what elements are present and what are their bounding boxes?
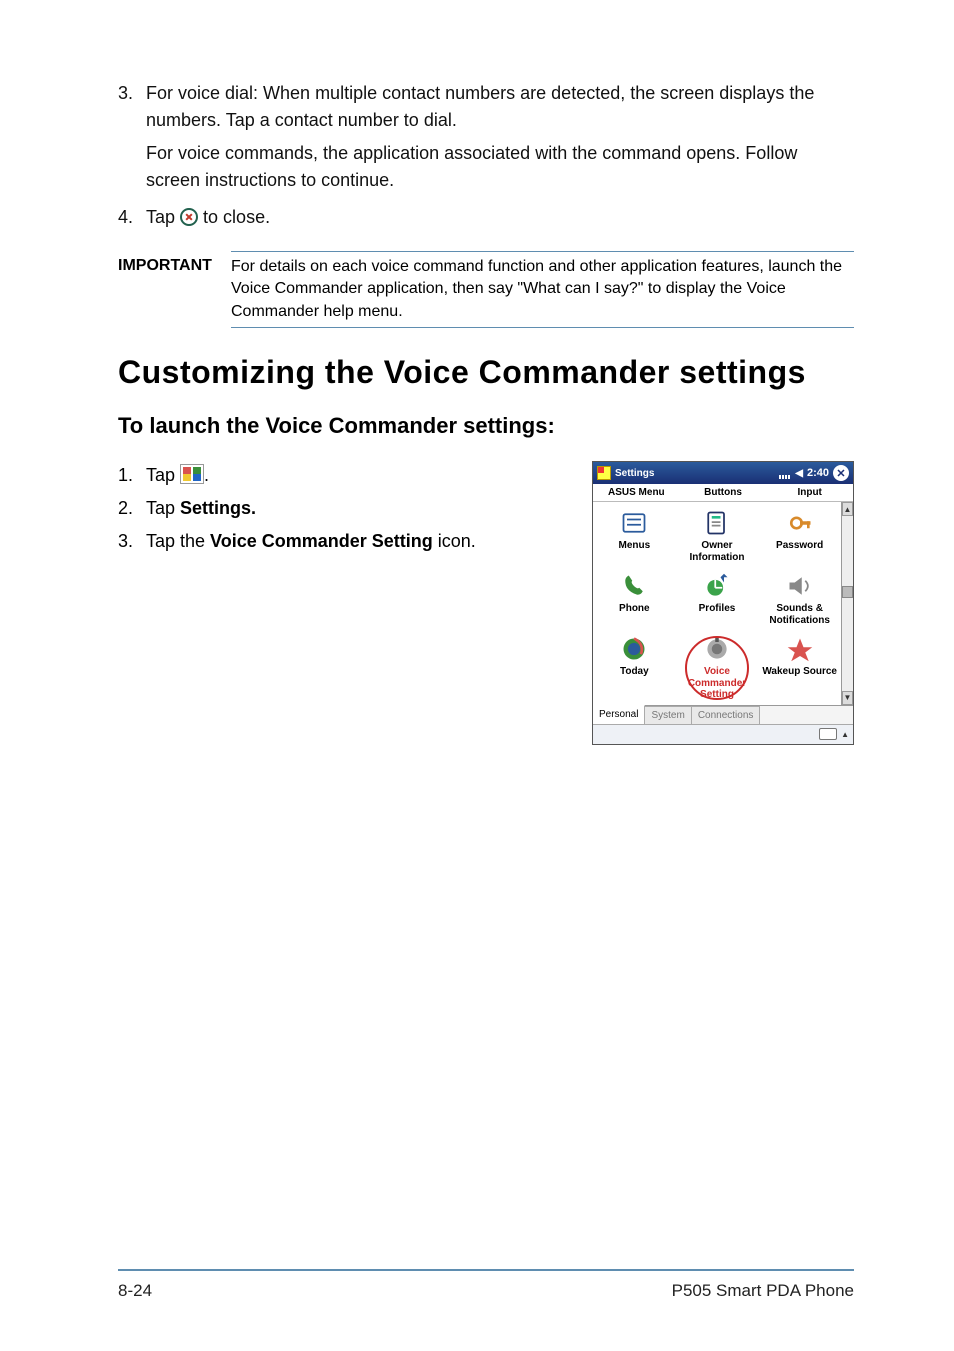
phone-icon	[619, 571, 649, 601]
setting-menus[interactable]: Menus	[593, 504, 676, 565]
tab-personal[interactable]: Personal	[593, 705, 645, 724]
important-text: For details on each voice command functi…	[231, 251, 854, 328]
input-selector-icon[interactable]: ▲	[841, 730, 849, 739]
input-panel-bar: ▲	[593, 724, 853, 744]
header-row: ASUS Menu Buttons Input	[593, 484, 853, 502]
wakeup-icon	[785, 634, 815, 664]
voice-commander-icon	[702, 634, 732, 664]
tab-system[interactable]: System	[645, 706, 691, 724]
page-footer: 8-24 P505 Smart PDA Phone	[118, 1269, 854, 1301]
setting-sounds-notifications[interactable]: Sounds & Notifications	[758, 567, 841, 628]
close-icon[interactable]: ✕	[833, 465, 849, 481]
setting-owner-information[interactable]: Owner Information	[676, 504, 759, 565]
steps-list: 1. Tap . 2. Tap Settings. 3. Tap the Voi	[118, 461, 572, 555]
clock[interactable]: 2:40	[807, 467, 829, 479]
owner-info-icon	[702, 508, 732, 538]
window-title: Settings	[615, 468, 654, 479]
profiles-icon	[702, 571, 732, 601]
important-note: IMPORTANT For details on each voice comm…	[118, 251, 854, 328]
step-number: 2.	[118, 494, 146, 523]
scrollbar[interactable]: ▲ ▼	[841, 502, 853, 705]
scroll-up-icon[interactable]: ▲	[842, 502, 853, 516]
step-number: 3.	[118, 527, 146, 556]
close-icon	[180, 208, 198, 226]
setting-today[interactable]: Today	[593, 630, 676, 703]
speaker-icon[interactable]: ◀	[795, 468, 803, 479]
step-text: Tap .	[146, 461, 572, 490]
setting-voice-commander[interactable]: Voice Commander Setting	[676, 630, 759, 703]
tab-connections[interactable]: Connections	[692, 706, 761, 724]
start-menu-icon[interactable]	[597, 466, 611, 480]
device-screenshot: Settings ◀ 2:40 ✕ ASUS Menu Buttons Inpu…	[592, 461, 854, 745]
step-text: Tap the Voice Commander Setting icon.	[146, 527, 572, 556]
page-number: 8-24	[118, 1281, 152, 1301]
setting-phone[interactable]: Phone	[593, 567, 676, 628]
password-icon	[785, 508, 815, 538]
header-input[interactable]: Input	[766, 484, 853, 501]
scroll-thumb[interactable]	[842, 586, 853, 598]
settings-grid: Menus Owner Information Password Phone	[593, 502, 841, 705]
window-titlebar: Settings ◀ 2:40 ✕	[593, 462, 853, 484]
step-text: Tap Settings.	[146, 494, 572, 523]
list-number: 4.	[118, 204, 146, 231]
menus-icon	[619, 508, 649, 538]
setting-wakeup-source[interactable]: Wakeup Source	[758, 630, 841, 703]
setting-profiles[interactable]: Profiles	[676, 567, 759, 628]
header-asus-menu[interactable]: ASUS Menu	[593, 484, 680, 501]
tab-bar: Personal System Connections	[593, 705, 853, 724]
important-label: IMPORTANT	[118, 251, 233, 328]
start-menu-icon	[180, 464, 204, 484]
footer-title: P505 Smart PDA Phone	[672, 1281, 854, 1301]
keyboard-icon[interactable]	[819, 728, 837, 740]
list-text: Tap to close.	[146, 204, 854, 231]
speaker-icon	[785, 571, 815, 601]
section-heading: Customizing the Voice Commander settings	[118, 354, 854, 391]
preceding-ordered-list: 3. For voice dial: When multiple contact…	[118, 80, 854, 231]
step-number: 1.	[118, 461, 146, 490]
setting-password[interactable]: Password	[758, 504, 841, 565]
list-text: For voice dial: When multiple contact nu…	[146, 80, 854, 194]
scroll-down-icon[interactable]: ▼	[842, 691, 853, 705]
today-icon	[619, 634, 649, 664]
list-number: 3.	[118, 80, 146, 194]
header-buttons[interactable]: Buttons	[680, 484, 767, 501]
section-subheading: To launch the Voice Commander settings:	[118, 413, 854, 439]
signal-icon[interactable]	[779, 467, 791, 479]
